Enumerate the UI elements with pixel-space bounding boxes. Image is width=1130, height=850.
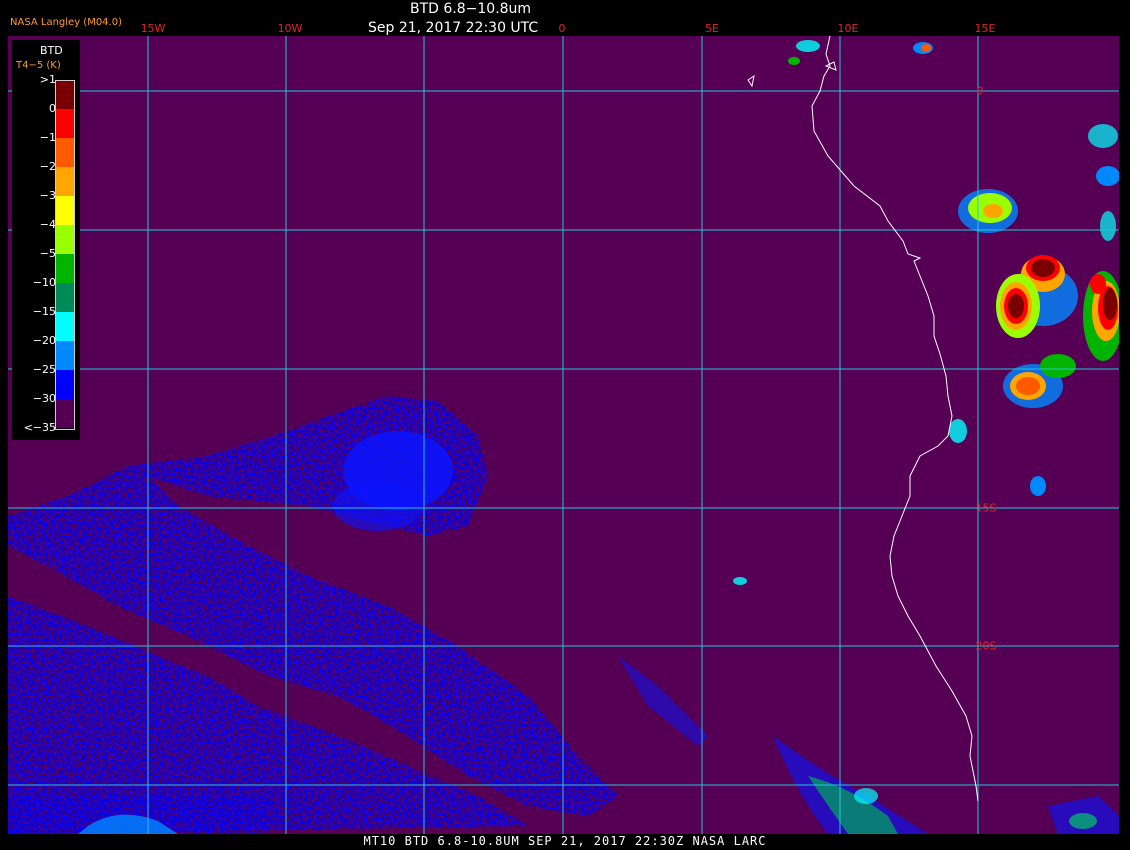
map-canvas [8, 36, 1119, 834]
legend-subtitle: T4−5 (K) [16, 60, 61, 71]
coastline [811, 36, 979, 802]
legend-label: −10 [32, 276, 56, 289]
lon-label-0: 0 [558, 22, 566, 35]
legend-label: −15 [32, 305, 56, 318]
legend-label: −25 [32, 363, 56, 376]
lon-label-10w: 10W [277, 22, 303, 35]
lon-label-10e: 10E [837, 22, 859, 35]
lat-label-15s: 15S [975, 501, 997, 515]
satellite-map[interactable] [8, 36, 1119, 834]
lat-label-0: 0 [976, 84, 984, 98]
legend-title: BTD [40, 44, 63, 57]
legend-label: −4 [39, 218, 56, 231]
storm-clusters [788, 40, 1119, 496]
source-label: NASA Langley (M04.0) [10, 17, 122, 28]
legend-label: −5 [39, 247, 56, 260]
lon-label-15w: 15W [140, 22, 166, 35]
legend-bar-frame [55, 80, 75, 430]
legend-label: −20 [32, 334, 56, 347]
legend-label: −2 [39, 160, 56, 173]
legend-label: <−35 [23, 421, 56, 434]
legend-label: 0 [49, 102, 56, 115]
lon-label-15e: 15E [974, 22, 996, 35]
lon-label-5e: 5E [705, 22, 719, 35]
legend-label: >1 [39, 73, 56, 86]
lat-label-20s: 20S [975, 639, 997, 653]
footer-caption: MT10 BTD 6.8-10.8UM SEP 21, 2017 22:30Z … [363, 834, 767, 848]
legend-label: −3 [39, 189, 56, 202]
legend-label: −30 [32, 392, 56, 405]
map-title: BTD 6.8−10.8um [410, 1, 532, 17]
legend-label: −1 [39, 131, 56, 144]
color-legend: BTD T4−5 (K) >1 0 −1 −2 −3 −4 −5 −10 −15 −20 −25 −3… [12, 40, 80, 440]
map-datetime: Sep 21, 2017 22:30 UTC [368, 20, 539, 36]
